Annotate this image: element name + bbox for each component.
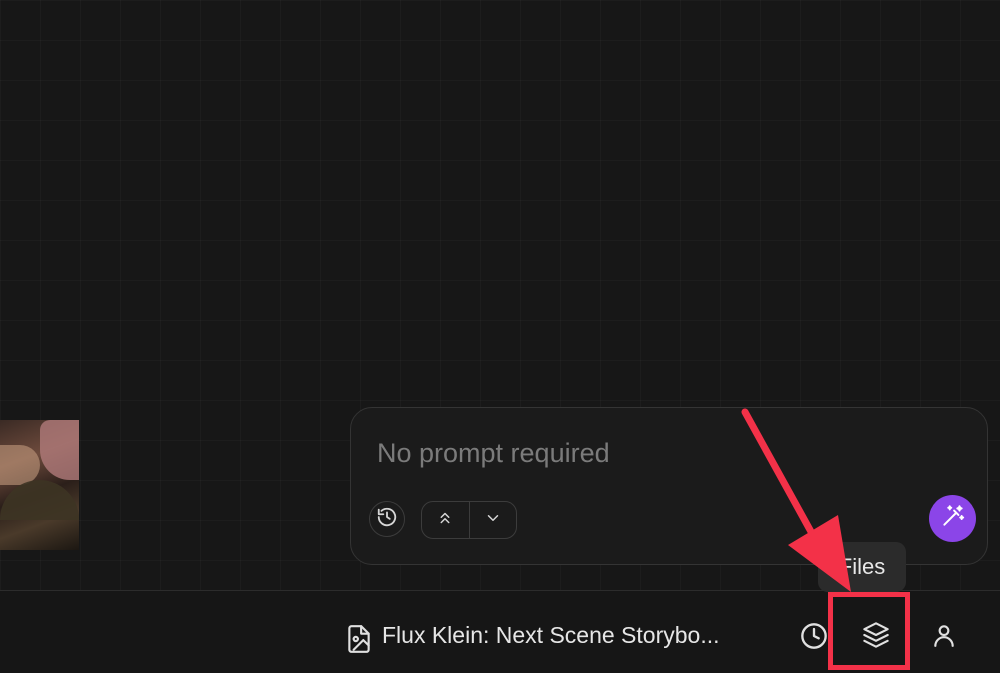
user-icon [931, 622, 957, 653]
collapse-button[interactable] [422, 502, 469, 538]
chevron-down-icon [484, 509, 502, 532]
history-clock-button[interactable] [798, 622, 830, 654]
prompt-input[interactable]: No prompt required [377, 438, 610, 469]
account-button[interactable] [928, 621, 960, 653]
file-title[interactable]: Flux Klein: Next Scene Storybo... [382, 622, 772, 649]
clock-icon [800, 622, 828, 655]
generate-button[interactable] [929, 495, 976, 542]
file-image-icon [346, 624, 372, 659]
history-icon [376, 506, 398, 533]
expand-button[interactable] [469, 502, 516, 538]
chevrons-up-icon [436, 509, 454, 532]
image-thumbnail[interactable] [0, 420, 79, 550]
files-tooltip: Files [818, 542, 906, 592]
magic-wand-icon [940, 503, 966, 534]
prompt-size-toggle [421, 501, 517, 539]
annotation-highlight-box [828, 592, 910, 670]
history-button[interactable] [369, 501, 405, 537]
